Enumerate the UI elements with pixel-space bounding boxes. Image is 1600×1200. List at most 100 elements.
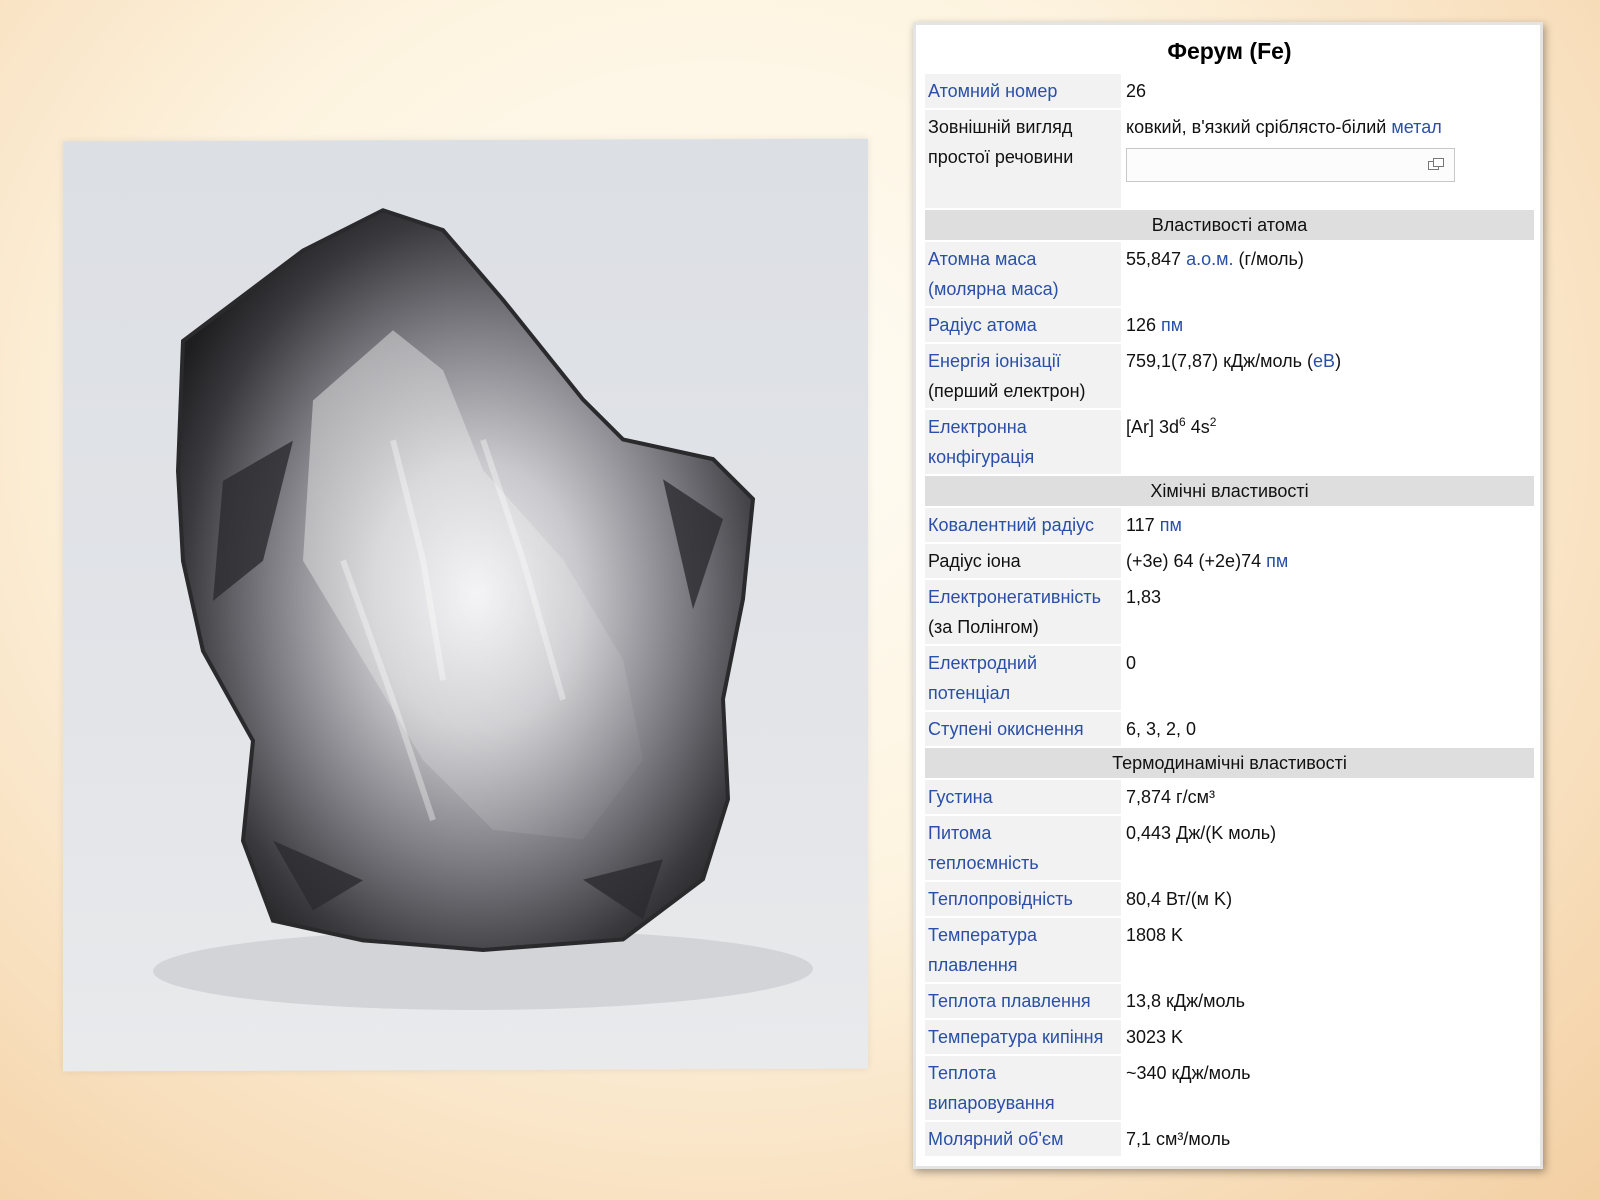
melting-temp-link-2[interactable]: плавлення bbox=[928, 955, 1018, 975]
row-covalent-radius: Ковалентний радіус 117 пм bbox=[925, 508, 1534, 542]
section-chemical-properties: Хімічні властивості bbox=[925, 476, 1534, 506]
atomic-number-label[interactable]: Атомний номер bbox=[928, 81, 1057, 101]
heat-of-vaporization-link-1[interactable]: Теплота bbox=[928, 1063, 996, 1083]
oxidation-states-label[interactable]: Ступені окиснення bbox=[928, 719, 1084, 739]
boiling-temp-value: 3023 K bbox=[1121, 1020, 1534, 1054]
section-chem-title: Хімічні властивості bbox=[925, 476, 1534, 506]
heat-of-fusion-label[interactable]: Теплота плавлення bbox=[928, 991, 1091, 1011]
covalent-radius-number: 117 bbox=[1126, 515, 1160, 535]
ionization-close: ) bbox=[1335, 351, 1342, 371]
electronegativity-scale: (за Полінгом) bbox=[928, 617, 1039, 637]
section-atom-properties: Властивості атома bbox=[925, 210, 1534, 240]
thermal-conductivity-value: 80,4 Вт/(м K) bbox=[1121, 882, 1534, 916]
expand-icon[interactable] bbox=[1428, 158, 1444, 170]
ev-link[interactable]: еВ bbox=[1313, 351, 1335, 371]
covalent-pm-link[interactable]: пм bbox=[1160, 515, 1182, 535]
atomic-mass-label: Атомна маса (молярна маса) bbox=[925, 242, 1121, 306]
row-electrode-potential: Електродний потенціал 0 bbox=[925, 646, 1534, 710]
heat-of-vaporization-value: ~340 кДж/моль bbox=[1121, 1056, 1534, 1120]
specific-heat-value: 0,443 Дж/(K моль) bbox=[1121, 816, 1534, 880]
covalent-radius-value: 117 пм bbox=[1121, 508, 1534, 542]
row-melting-temp: Температура плавлення 1808 K bbox=[925, 918, 1534, 982]
molar-volume-value: 7,1 см³/моль bbox=[1121, 1122, 1534, 1156]
metal-link[interactable]: метал bbox=[1391, 117, 1441, 137]
ionization-link[interactable]: Енергія іонізації bbox=[928, 351, 1061, 371]
molar-mass-link[interactable]: (молярна маса) bbox=[928, 279, 1059, 299]
density-label[interactable]: Густина bbox=[928, 787, 993, 807]
electronegativity-link[interactable]: Електронегативність bbox=[928, 587, 1101, 607]
ion-pm-link[interactable]: пм bbox=[1266, 551, 1288, 571]
row-specific-heat: Питома теплоємність 0,443 Дж/(K моль) bbox=[925, 816, 1534, 880]
row-heat-of-fusion: Теплота плавлення 13,8 кДж/моль bbox=[925, 984, 1534, 1018]
row-boiling-temp: Температура кипіння 3023 K bbox=[925, 1020, 1534, 1054]
melting-temp-value: 1808 K bbox=[1121, 918, 1534, 982]
appearance-label-line1: Зовнішній вигляд bbox=[928, 117, 1073, 137]
molar-volume-label[interactable]: Молярний об'єм bbox=[928, 1129, 1063, 1149]
row-density: Густина 7,874 г/см³ bbox=[925, 780, 1534, 814]
amu-link[interactable]: а.о.м. bbox=[1186, 249, 1233, 269]
atomic-mass-link[interactable]: Атомна маса bbox=[928, 249, 1036, 269]
row-atomic-number: Атомний номер 26 bbox=[925, 74, 1534, 108]
row-appearance: Зовнішній вигляд простої речовини ковкий… bbox=[925, 110, 1534, 208]
melting-temp-link-1[interactable]: Температура bbox=[928, 925, 1037, 945]
section-atom-title: Властивості атома bbox=[925, 210, 1534, 240]
atomic-radius-value: 126 пм bbox=[1121, 308, 1534, 342]
row-atomic-mass: Атомна маса (молярна маса) 55,847 а.о.м.… bbox=[925, 242, 1534, 306]
specific-heat-label: Питома теплоємність bbox=[925, 816, 1121, 880]
electron-config-value: [Ar] 3d6 4s2 bbox=[1121, 410, 1534, 474]
electrode-potential-value: 0 bbox=[1121, 646, 1534, 710]
atomic-mass-value: 55,847 а.о.м. (г/моль) bbox=[1121, 242, 1534, 306]
atomic-radius-label[interactable]: Радіус атома bbox=[928, 315, 1037, 335]
melting-temp-label: Температура плавлення bbox=[925, 918, 1121, 982]
atomic-mass-unit: (г/моль) bbox=[1233, 249, 1304, 269]
heat-of-vaporization-label: Теплота випаровування bbox=[925, 1056, 1121, 1120]
atomic-mass-number: 55,847 bbox=[1126, 249, 1187, 269]
row-ion-radius: Радіус іона (+3e) 64 (+2e)74 пм bbox=[925, 544, 1534, 578]
row-thermal-conductivity: Теплопровідність 80,4 Вт/(м K) bbox=[925, 882, 1534, 916]
electrode-potential-link-2[interactable]: потенціал bbox=[928, 683, 1010, 703]
electron-config-label: Електронна конфігурація bbox=[925, 410, 1121, 474]
electronegativity-label: Електронегативність (за Полінгом) bbox=[925, 580, 1121, 644]
row-heat-of-vaporization: Теплота випаровування ~340 кДж/моль bbox=[925, 1056, 1534, 1120]
properties-table: Атомний номер 26 Зовнішній вигляд просто… bbox=[925, 72, 1534, 1158]
electronegativity-value: 1,83 bbox=[1121, 580, 1534, 644]
oxidation-states-value: 6, 3, 2, 0 bbox=[1121, 712, 1534, 746]
row-atomic-radius: Радіус атома 126 пм bbox=[925, 308, 1534, 342]
atomic-number-value: 26 bbox=[1121, 74, 1534, 108]
ion-radius-number: (+3e) 64 (+2e)74 bbox=[1126, 551, 1267, 571]
config-sup-1: 6 bbox=[1179, 415, 1186, 429]
section-thermodynamic-properties: Термодинамічні властивості bbox=[925, 748, 1534, 778]
electrode-potential-link-1[interactable]: Електродний bbox=[928, 653, 1037, 673]
config-base: [Ar] 3d bbox=[1126, 417, 1180, 437]
atomic-radius-number: 126 bbox=[1126, 315, 1162, 335]
pm-link[interactable]: пм bbox=[1161, 315, 1183, 335]
heat-of-fusion-value: 13,8 кДж/моль bbox=[1121, 984, 1534, 1018]
electron-config-link-1[interactable]: Електронна bbox=[928, 417, 1027, 437]
heat-of-vaporization-link-2[interactable]: випаровування bbox=[928, 1093, 1055, 1113]
ionization-label: Енергія іонізації (перший електрон) bbox=[925, 344, 1121, 408]
appearance-value: ковкий, в'язкий сріблясто-білий метал bbox=[1121, 110, 1534, 208]
section-thermo-title: Термодинамічні властивості bbox=[925, 748, 1534, 778]
iron-photo bbox=[63, 138, 868, 1072]
config-sup-2: 2 bbox=[1209, 415, 1217, 429]
row-molar-volume: Молярний об'єм 7,1 см³/моль bbox=[925, 1122, 1534, 1156]
row-oxidation-states: Ступені окиснення 6, 3, 2, 0 bbox=[925, 712, 1534, 746]
row-electron-config: Електронна конфігурація [Ar] 3d6 4s2 bbox=[925, 410, 1534, 474]
thermal-conductivity-label[interactable]: Теплопровідність bbox=[928, 889, 1073, 909]
element-infobox: Ферум (Fe) Атомний номер 26 Зовнішній ви… bbox=[913, 22, 1543, 1169]
image-placeholder[interactable] bbox=[1126, 148, 1455, 182]
ion-radius-value: (+3e) 64 (+2e)74 пм bbox=[1121, 544, 1534, 578]
appearance-label: Зовнішній вигляд простої речовини bbox=[925, 110, 1121, 208]
electron-config-link-2[interactable]: конфігурація bbox=[928, 447, 1034, 467]
ionization-label-line2: (перший електрон) bbox=[928, 381, 1086, 401]
specific-heat-link-2[interactable]: теплоємність bbox=[928, 853, 1039, 873]
row-electronegativity: Електронегативність (за Полінгом) 1,83 bbox=[925, 580, 1534, 644]
appearance-text: ковкий, в'язкий сріблясто-білий bbox=[1126, 117, 1392, 137]
covalent-radius-label[interactable]: Ковалентний радіус bbox=[928, 515, 1094, 535]
infobox-title: Ферум (Fe) bbox=[1167, 38, 1292, 64]
row-ionization-energy: Енергія іонізації (перший електрон) 759,… bbox=[925, 344, 1534, 408]
ionization-value: 759,1(7,87) кДж/моль (еВ) bbox=[1121, 344, 1534, 408]
boiling-temp-label[interactable]: Температура кипіння bbox=[928, 1027, 1103, 1047]
density-value: 7,874 г/см³ bbox=[1121, 780, 1534, 814]
specific-heat-link-1[interactable]: Питома bbox=[928, 823, 991, 843]
